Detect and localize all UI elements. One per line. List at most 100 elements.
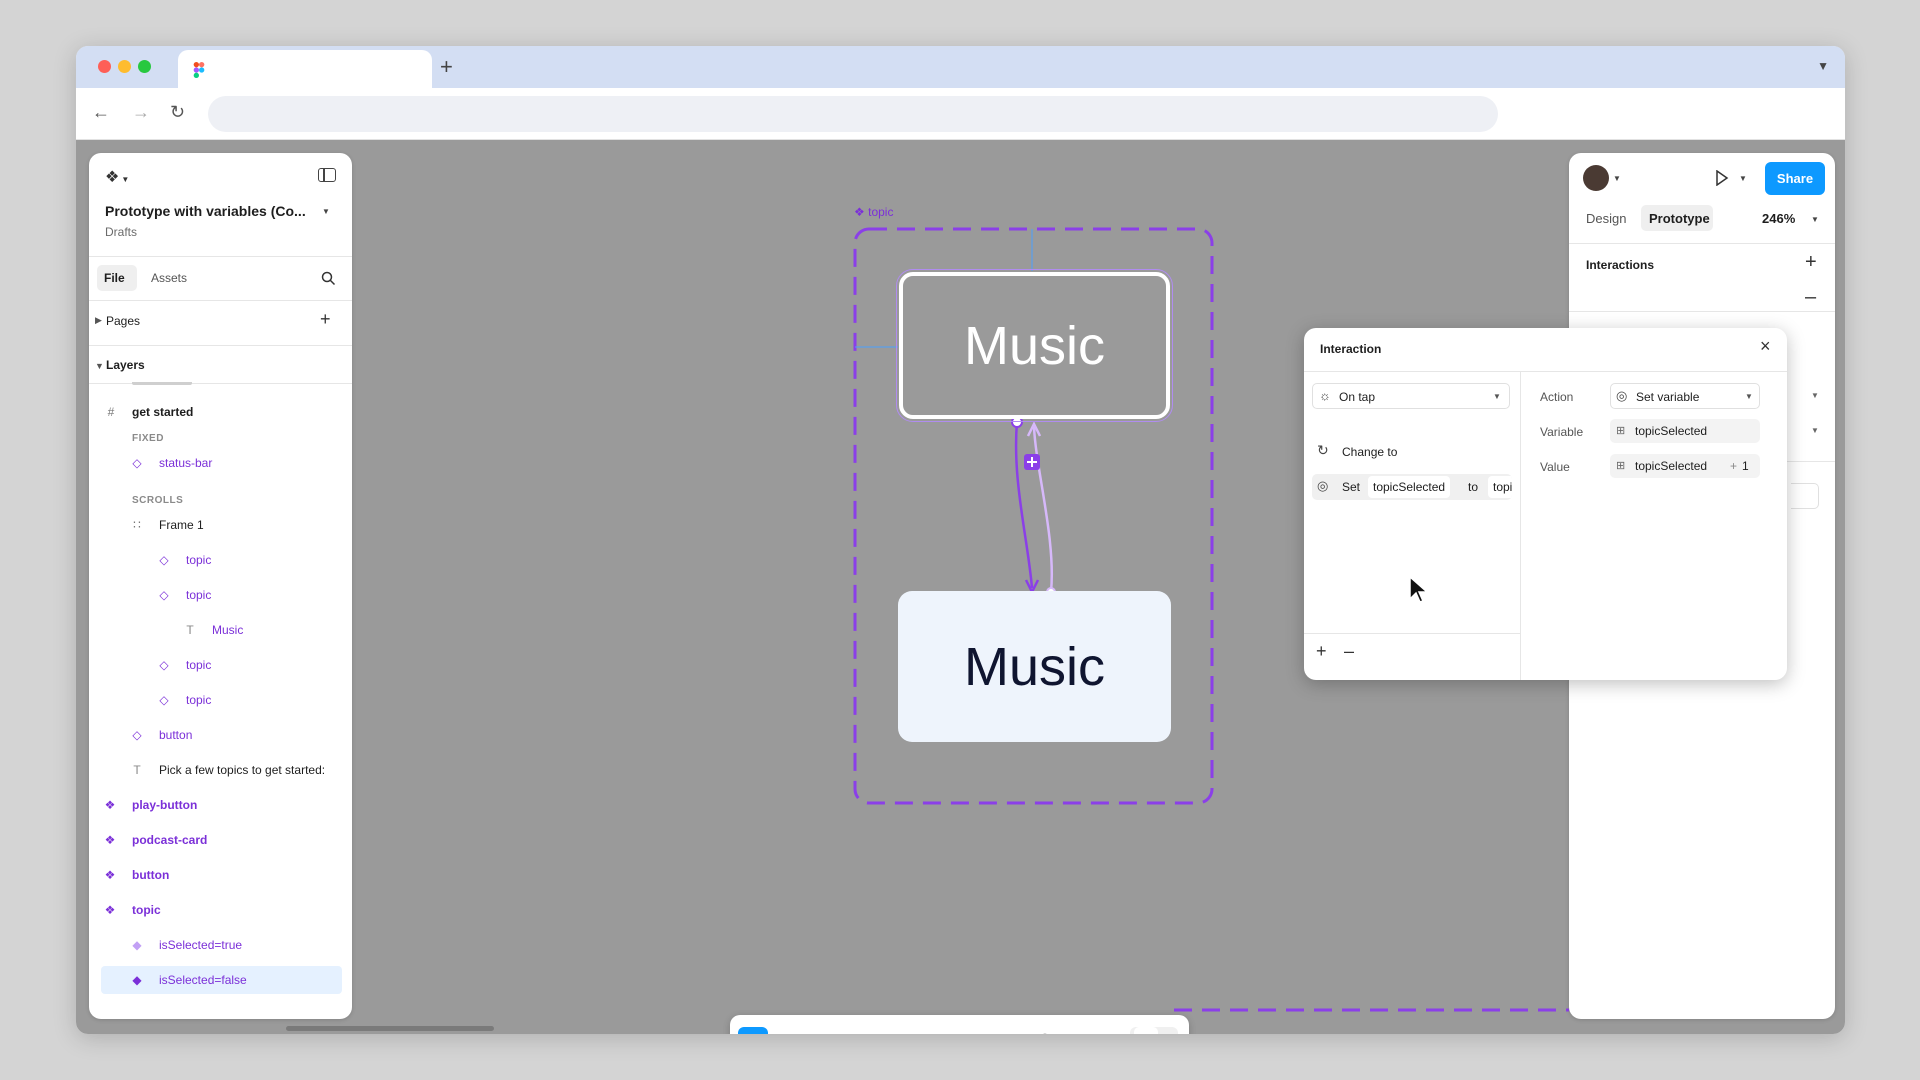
action-row[interactable]: ↻ Change to — [1312, 440, 1512, 464]
tab-assets[interactable]: Assets — [151, 271, 187, 285]
pages-section[interactable]: Pages — [106, 314, 140, 328]
chevron-down-icon[interactable]: ▼ — [1739, 174, 1747, 183]
chevron-down-icon[interactable]: ▼ — [1811, 391, 1819, 400]
cursor-arrow-icon: ➤ — [746, 1033, 759, 1034]
variable-field[interactable]: ⊞ topicSelected — [1610, 419, 1760, 443]
dialog-title: Interaction — [1320, 342, 1382, 356]
horizontal-scrollbar[interactable] — [286, 1026, 494, 1031]
instance-icon: ◇ — [132, 456, 142, 470]
chevron-down-icon[interactable]: ▼ — [322, 207, 330, 216]
tools-toolbar: ➤ ▼ # ▼ □ ▼ ✒ ▼ T ◯ ✦ — [730, 1015, 1189, 1034]
toggle-sidebar-icon[interactable] — [318, 168, 336, 182]
text-tool-button[interactable]: T — [986, 1027, 1016, 1034]
layer-component[interactable]: ❖ button — [89, 861, 352, 889]
chevron-down-icon[interactable]: ▼ — [1613, 174, 1621, 183]
pen-icon: ✒ — [932, 1033, 945, 1034]
number-variable-icon: ⊞ — [1616, 460, 1626, 472]
layer-text[interactable]: T Music — [89, 616, 352, 644]
layer-instance[interactable]: ◇ topic — [89, 651, 352, 679]
layer-text[interactable]: T Pick a few topics to get started: — [89, 756, 352, 784]
actions-tool-button[interactable]: ✦ — [1074, 1027, 1104, 1034]
hidden-input[interactable] — [1791, 483, 1819, 509]
action-dropdown[interactable]: ◎ Set variable ▼ — [1610, 383, 1760, 409]
chevron-right-icon[interactable]: ▶ — [95, 315, 102, 326]
frame-tool-button[interactable]: # — [800, 1027, 830, 1034]
chevron-down-icon[interactable]: ▼ — [1811, 426, 1819, 435]
topic-card-selected[interactable]: Music — [896, 269, 1173, 422]
comment-tool-button[interactable]: ◯ — [1030, 1027, 1060, 1034]
frame-icon: # — [107, 405, 115, 419]
value-operator: + — [1730, 459, 1738, 473]
add-interaction-icon[interactable]: + — [1805, 251, 1817, 274]
layer-frame[interactable]: ∷ Frame 1 — [89, 511, 352, 539]
dev-mode-toggle[interactable]: </> — [1130, 1027, 1178, 1034]
trigger-dropdown[interactable]: ☼ On tap ▼ — [1312, 383, 1510, 409]
topic-card-default[interactable]: Music — [898, 591, 1171, 742]
instance-icon: ◇ — [159, 658, 169, 672]
remove-action-icon[interactable]: – — [1344, 641, 1354, 662]
main-menu-button[interactable]: ❖ ▼ — [105, 167, 129, 187]
action-row-selected[interactable]: ◎ Set topicSelected to topi — [1312, 474, 1512, 500]
layer-instance[interactable]: ◇ button — [89, 721, 352, 749]
chevron-down-icon[interactable]: ▼ — [95, 361, 104, 371]
variable-icon: ◎ — [1616, 388, 1628, 403]
minimize-window-button[interactable] — [118, 60, 131, 73]
close-window-button[interactable] — [98, 60, 111, 73]
value-variable: topicSelected — [1635, 459, 1708, 473]
play-icon[interactable] — [1715, 170, 1729, 186]
zoom-level[interactable]: 246% — [1762, 211, 1795, 226]
remove-interaction-icon[interactable]: – — [1805, 286, 1816, 309]
maximize-window-button[interactable] — [138, 60, 151, 73]
search-icon[interactable] — [321, 271, 336, 286]
layers-section[interactable]: Layers — [106, 358, 145, 372]
design-canvas[interactable]: ❖ topic Music Music ❖ ▼ Prototype with v… — [76, 140, 1845, 1034]
layer-component[interactable]: ❖ podcast-card — [89, 826, 352, 854]
variable-label: Variable — [1540, 425, 1584, 439]
instance-icon: ◇ — [159, 693, 169, 707]
value-label: Value — [1540, 460, 1570, 474]
frame-icon: # — [811, 1033, 820, 1034]
number-variable-icon: ⊞ — [1616, 425, 1626, 437]
tab-prototype[interactable]: Prototype — [1641, 205, 1713, 231]
file-location[interactable]: Drafts — [105, 225, 137, 239]
layers-panel: ❖ ▼ Prototype with variables (Co... ▼ Dra… — [89, 153, 352, 1019]
chevron-down-icon[interactable]: ▼ — [1817, 59, 1829, 73]
tab-file[interactable]: File — [97, 265, 137, 291]
forward-icon[interactable]: → — [132, 102, 150, 122]
chevron-down-icon[interactable]: ▼ — [1811, 215, 1819, 224]
pen-tool-button[interactable]: ✒ — [924, 1027, 954, 1034]
shape-tool-button[interactable]: □ — [862, 1027, 892, 1034]
add-action-icon[interactable]: + — [1316, 641, 1327, 662]
address-bar[interactable] — [208, 96, 1498, 132]
divider — [1304, 371, 1787, 372]
browser-tab[interactable] — [178, 50, 432, 88]
close-icon[interactable]: × — [1760, 336, 1771, 357]
action-value: topi — [1488, 476, 1512, 498]
comment-icon: ◯ — [1036, 1033, 1054, 1034]
component-set-icon: ❖ — [104, 903, 116, 917]
share-button[interactable]: Share — [1765, 162, 1825, 195]
layer-instance[interactable]: ◇ topic — [89, 546, 352, 574]
layer-frame[interactable]: # get started — [89, 398, 352, 426]
layer-component[interactable]: ❖ play-button — [89, 791, 352, 819]
layer-instance[interactable]: ◇ status-bar — [89, 449, 352, 477]
value-expression-field[interactable]: ⊞ topicSelected + 1 — [1610, 454, 1760, 478]
file-title[interactable]: Prototype with variables (Co... — [105, 203, 306, 219]
layer-component-set[interactable]: ❖ topic — [89, 896, 352, 924]
layer-instance[interactable]: ◇ topic — [89, 581, 352, 609]
add-page-icon[interactable]: + — [320, 309, 331, 330]
component-icon: ❖ — [104, 833, 116, 847]
new-tab-icon[interactable]: + — [440, 54, 453, 80]
reload-icon[interactable]: ↻ — [170, 102, 185, 122]
back-icon[interactable]: ← — [92, 102, 110, 122]
move-tool-button[interactable]: ➤ — [738, 1027, 768, 1034]
tab-design[interactable]: Design — [1586, 211, 1626, 226]
text-icon: T — [186, 623, 194, 637]
divider — [1304, 633, 1520, 634]
avatar[interactable] — [1583, 165, 1609, 191]
layer-variant-selected[interactable]: ◆ isSelected=false — [101, 966, 342, 994]
variable-value: topicSelected — [1635, 424, 1708, 438]
card-label: Music — [963, 315, 1105, 376]
layer-variant[interactable]: ◆ isSelected=true — [89, 931, 352, 959]
layer-instance[interactable]: ◇ topic — [89, 686, 352, 714]
